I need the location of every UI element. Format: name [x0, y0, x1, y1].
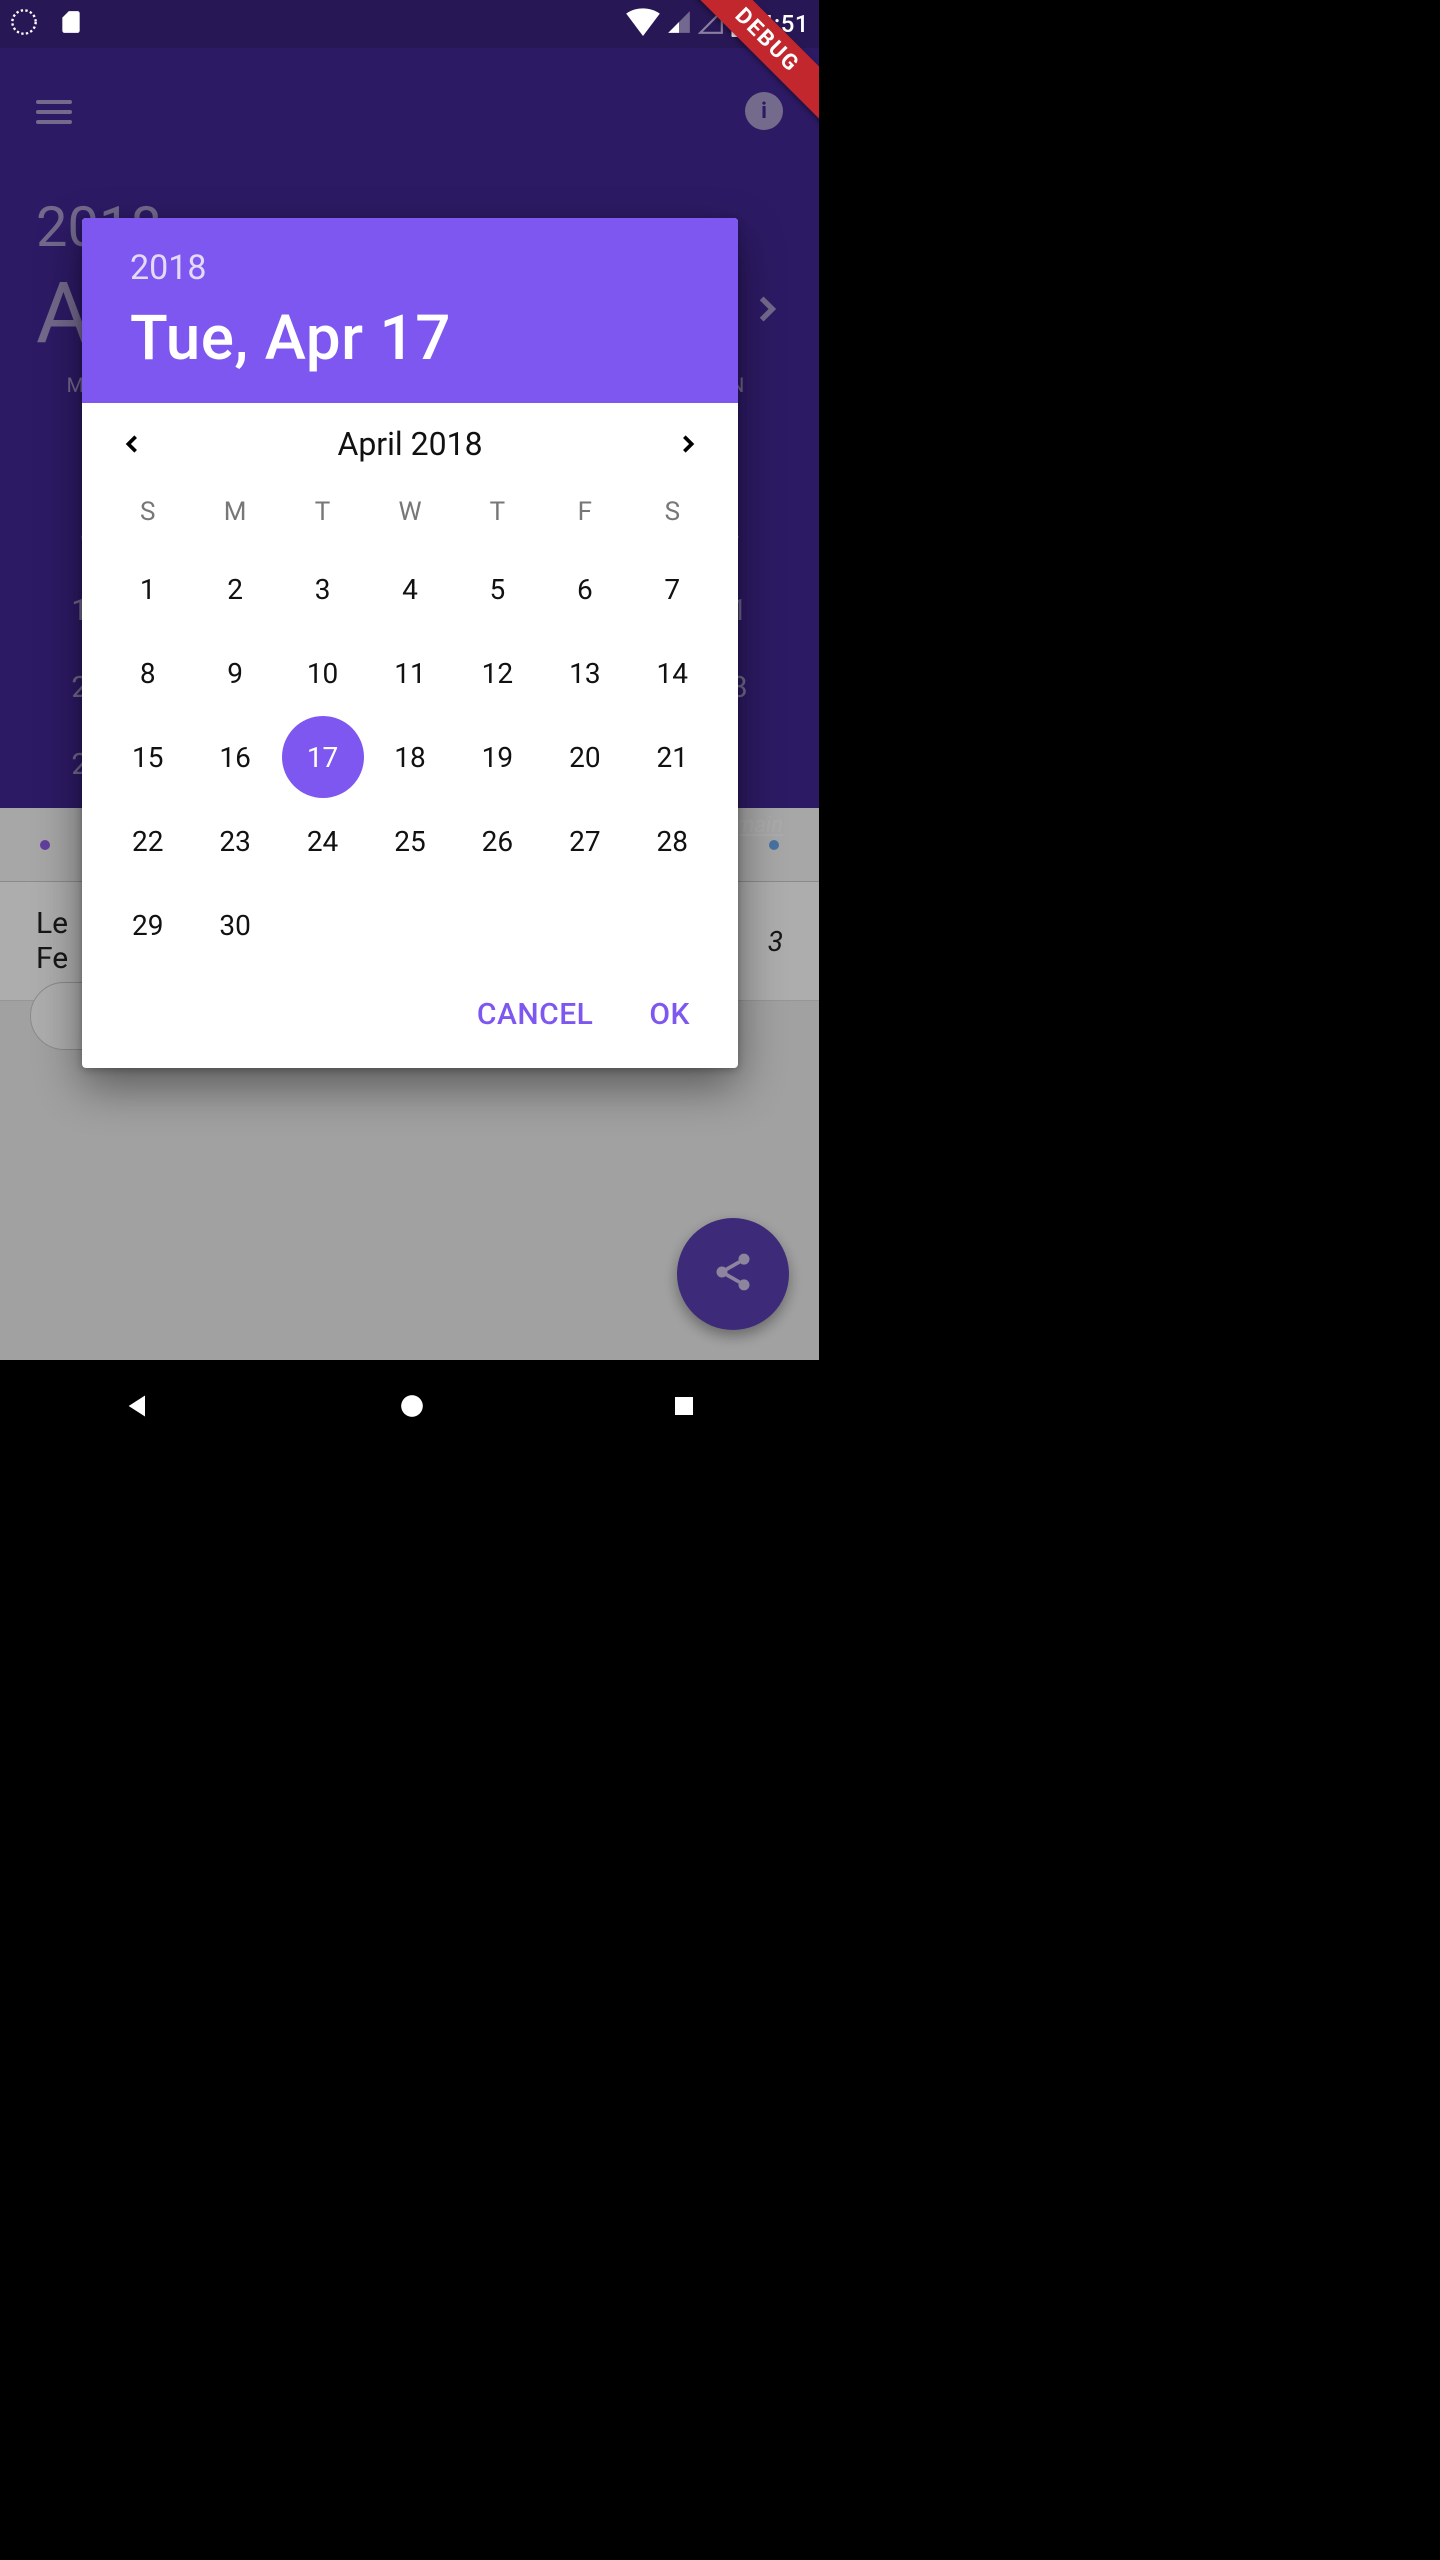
calendar-dow-cell: W [366, 477, 453, 547]
calendar-day-18[interactable]: 18 [366, 715, 453, 799]
date-picker-selected-date[interactable]: Tue, Apr 17 [130, 302, 690, 375]
calendar-day-30[interactable]: 30 [191, 883, 278, 967]
calendar-day-11[interactable]: 11 [366, 631, 453, 715]
calendar-day-10[interactable]: 10 [279, 631, 366, 715]
calendar-day-28[interactable]: 28 [629, 799, 716, 883]
calendar-dow-cell: S [629, 477, 716, 547]
cellular-signal-icon-1 [666, 9, 692, 39]
calendar-dow-cell: T [279, 477, 366, 547]
cancel-button[interactable]: CANCEL [477, 997, 594, 1032]
calendar-day-13[interactable]: 13 [541, 631, 628, 715]
calendar-day-17[interactable]: 17 [279, 715, 366, 799]
next-month-button[interactable] [672, 428, 704, 460]
month-title: April 2018 [337, 425, 482, 463]
nav-back-icon[interactable] [124, 1392, 152, 1424]
status-bar: 4:51 [0, 0, 819, 48]
calendar-day-7[interactable]: 7 [629, 547, 716, 631]
calendar-day-16[interactable]: 16 [191, 715, 278, 799]
calendar-day-3[interactable]: 3 [279, 547, 366, 631]
prev-month-button[interactable] [116, 428, 148, 460]
sd-card-icon [58, 7, 84, 41]
calendar-dow-cell: T [454, 477, 541, 547]
calendar-day-22[interactable]: 22 [104, 799, 191, 883]
calendar-day-24[interactable]: 24 [279, 799, 366, 883]
calendar-day-5[interactable]: 5 [454, 547, 541, 631]
ok-button[interactable]: OK [649, 997, 690, 1032]
date-picker-header: 2018 Tue, Apr 17 [82, 218, 738, 403]
wifi-icon [626, 8, 660, 40]
calendar-day-8[interactable]: 8 [104, 631, 191, 715]
nav-recents-icon[interactable] [672, 1394, 696, 1422]
calendar-dow-cell: S [104, 477, 191, 547]
calendar-grid: SMTWTFS123456789101112131415161718192021… [82, 471, 738, 967]
calendar-day-2[interactable]: 2 [191, 547, 278, 631]
device-frame: 4:51 i 2018 A MOUN 178415212228295 main [0, 0, 819, 1456]
calendar-day-29[interactable]: 29 [104, 883, 191, 967]
calendar-day-21[interactable]: 21 [629, 715, 716, 799]
calendar-day-23[interactable]: 23 [191, 799, 278, 883]
calendar-day-9[interactable]: 9 [191, 631, 278, 715]
date-picker-year[interactable]: 2018 [130, 248, 690, 288]
nav-home-icon[interactable] [399, 1393, 425, 1423]
calendar-day-27[interactable]: 27 [541, 799, 628, 883]
calendar-day-12[interactable]: 12 [454, 631, 541, 715]
calendar-dow-cell: M [191, 477, 278, 547]
date-picker-dialog: 2018 Tue, Apr 17 April 2018 SMTWTFS12345… [82, 218, 738, 1068]
system-nav-bar [0, 1360, 819, 1456]
calendar-day-26[interactable]: 26 [454, 799, 541, 883]
calendar-dow-cell: F [541, 477, 628, 547]
calendar-day-15[interactable]: 15 [104, 715, 191, 799]
calendar-day-25[interactable]: 25 [366, 799, 453, 883]
dialog-actions: CANCEL OK [82, 967, 738, 1068]
calendar-day-19[interactable]: 19 [454, 715, 541, 799]
calendar-day-20[interactable]: 20 [541, 715, 628, 799]
month-nav: April 2018 [82, 403, 738, 471]
calendar-day-4[interactable]: 4 [366, 547, 453, 631]
calendar-day-6[interactable]: 6 [541, 547, 628, 631]
calendar-day-1[interactable]: 1 [104, 547, 191, 631]
loading-spinner-icon [10, 8, 38, 40]
calendar-day-14[interactable]: 14 [629, 631, 716, 715]
